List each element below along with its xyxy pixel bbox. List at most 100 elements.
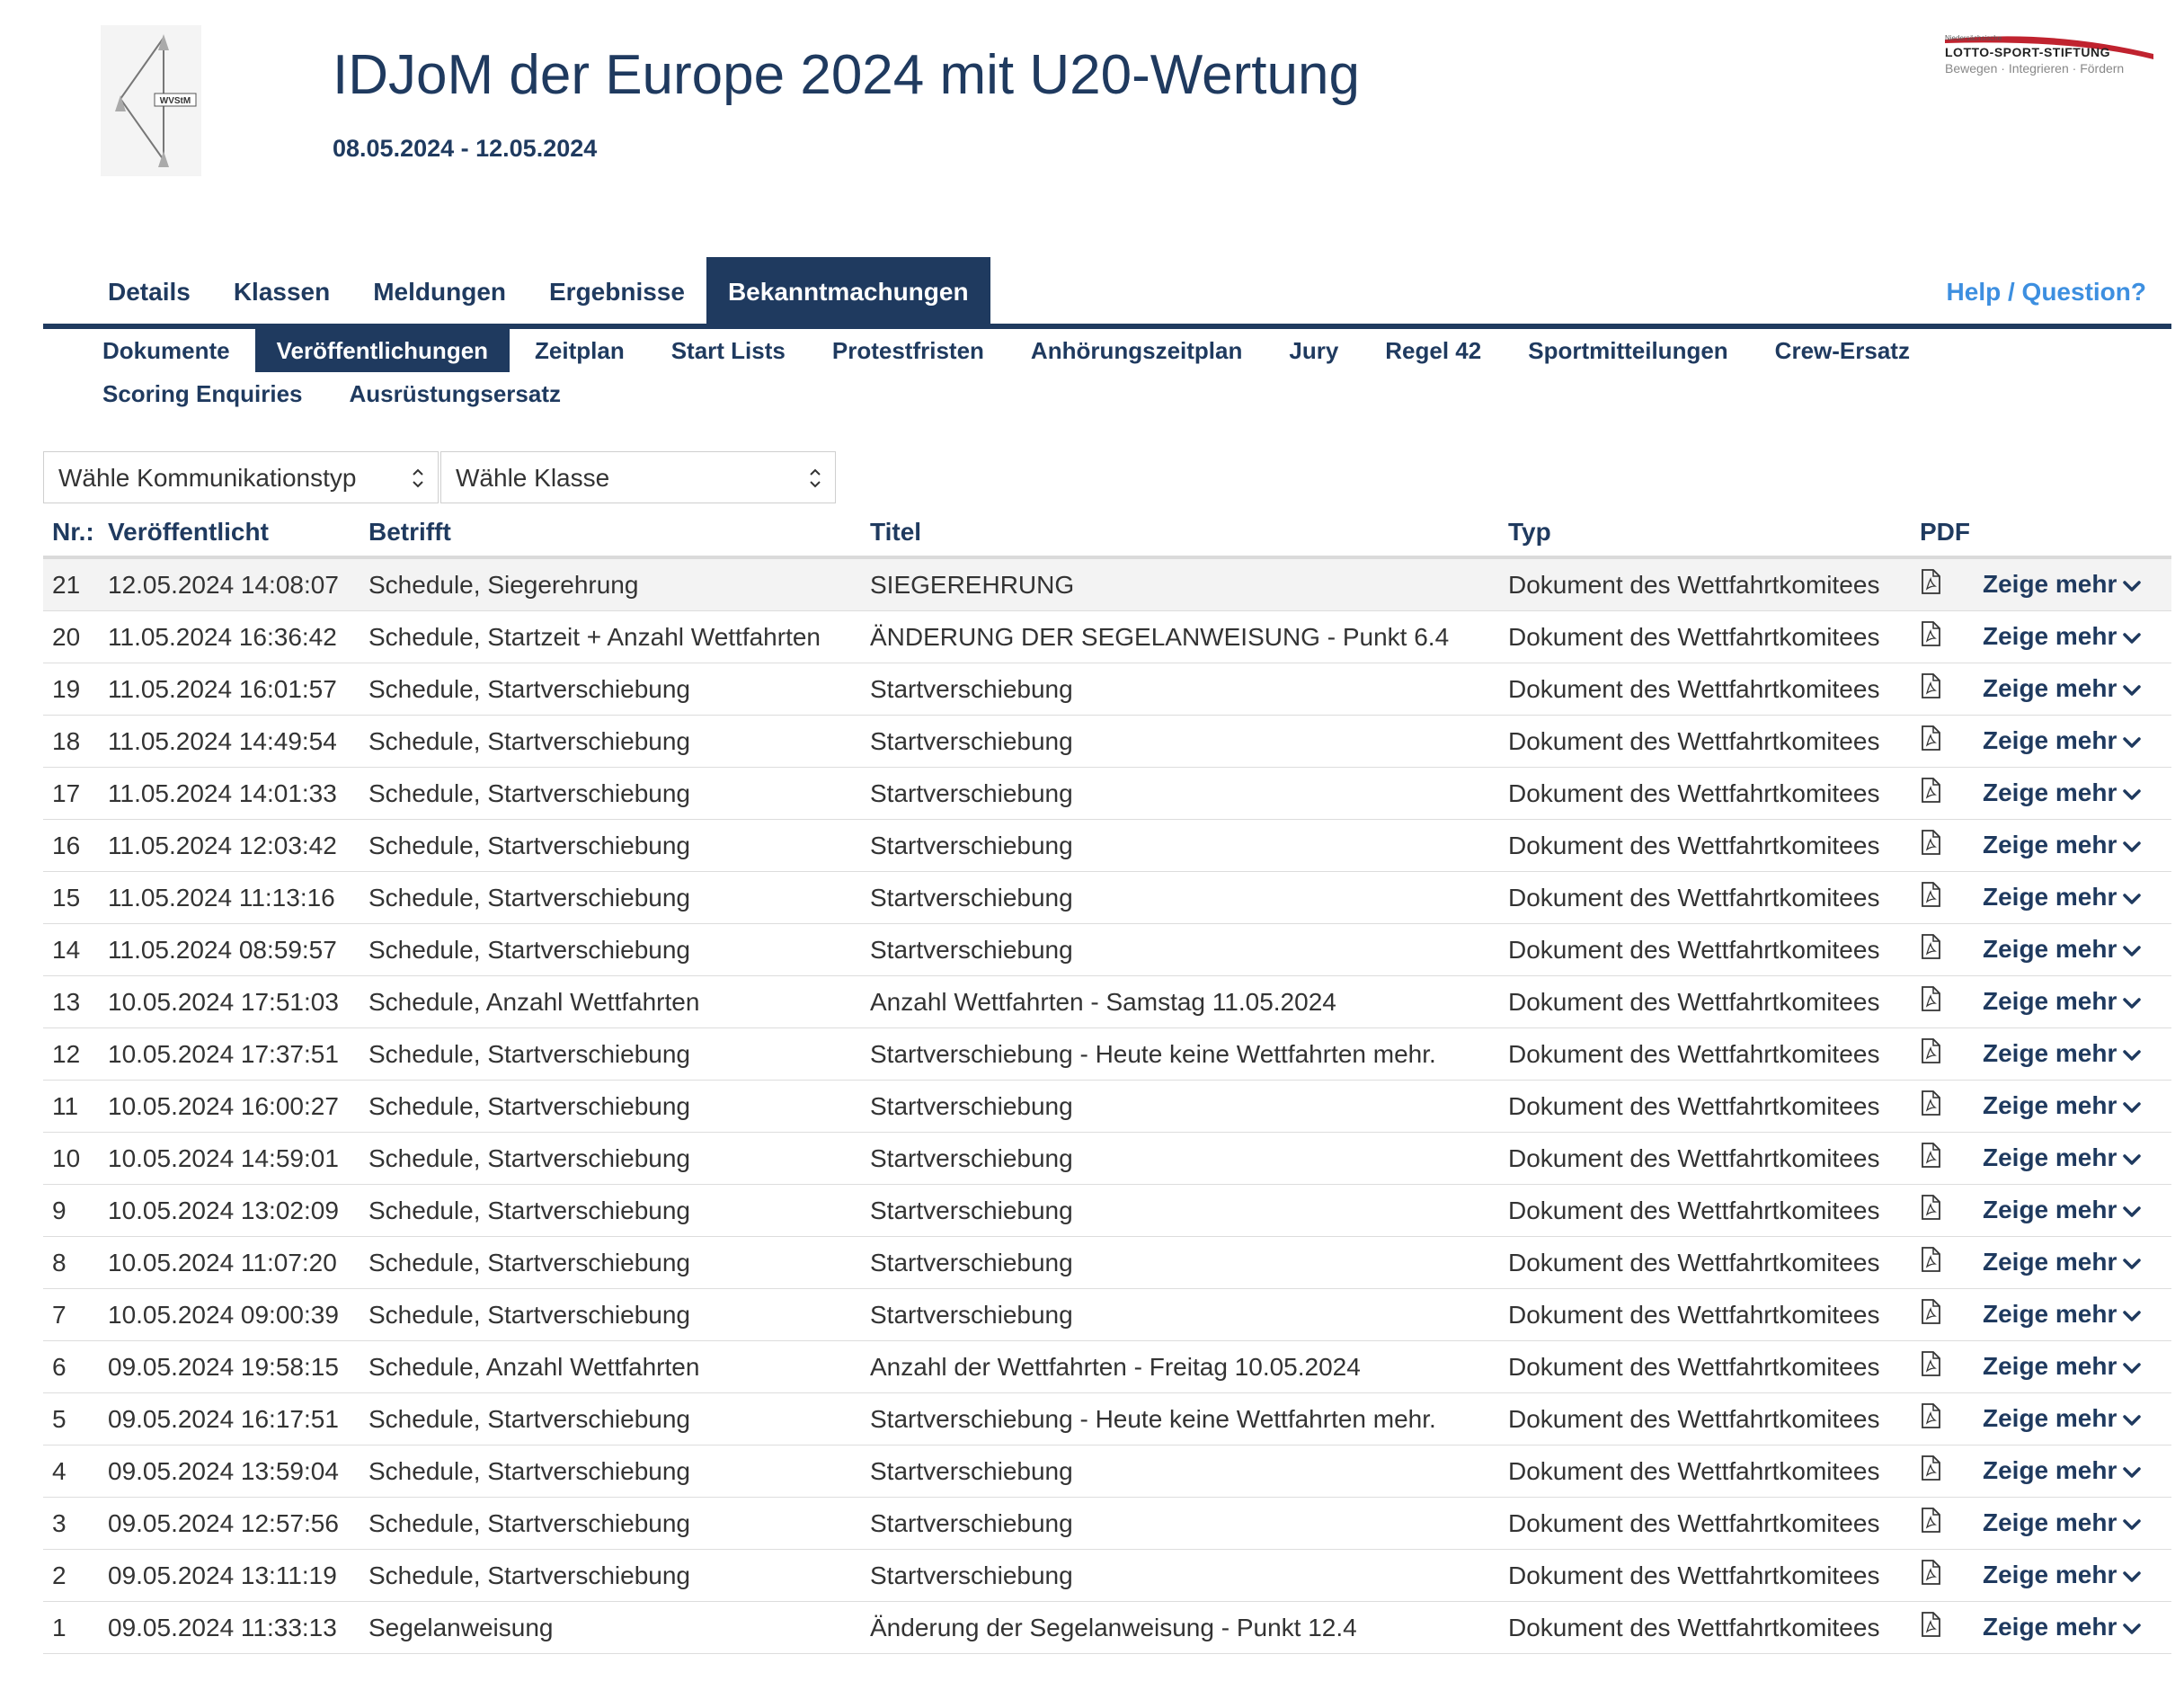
show-more-button[interactable]: Zeige mehr [1974,975,2171,1028]
show-more-button[interactable]: Zeige mehr [1974,557,2171,611]
chevron-down-icon [2122,1092,2142,1121]
show-more-button[interactable]: Zeige mehr [1974,1236,2171,1289]
show-more-button[interactable]: Zeige mehr [1974,1601,2171,1654]
subtab-protestfristen[interactable]: Protestfristen [811,329,1006,372]
row-subject: Schedule, Startverschiebung [360,1080,861,1133]
sponsor-logo[interactable]: Niedersächsische LOTTO-SPORT-STIFTUNG Be… [1941,31,2157,85]
pdf-icon[interactable] [1920,882,1941,913]
row-number: 5 [43,1392,99,1445]
show-more-label: Zeige mehr [1983,778,2117,806]
pdf-icon[interactable] [1920,1508,1941,1539]
row-published: 11.05.2024 14:49:54 [99,715,360,768]
pdf-icon[interactable] [1920,1612,1941,1643]
tab-meldungen[interactable]: Meldungen [351,257,528,327]
tab-bekanntmachungen[interactable]: Bekanntmachungen [706,257,990,327]
show-more-button[interactable]: Zeige mehr [1974,715,2171,768]
show-more-button[interactable]: Zeige mehr [1974,663,2171,716]
row-published: 10.05.2024 16:00:27 [99,1080,360,1133]
row-subject: Schedule, Startverschiebung [360,1132,861,1185]
pdf-icon[interactable] [1920,1403,1941,1435]
communication-type-value: Wähle Kommunikationstyp [58,464,357,492]
pdf-icon[interactable] [1920,725,1941,757]
show-more-button[interactable]: Zeige mehr [1974,871,2171,924]
pdf-icon[interactable] [1920,1143,1941,1174]
row-title: Startverschiebung [861,1445,1499,1498]
pdf-icon[interactable] [1920,1247,1941,1278]
pdf-icon[interactable] [1920,569,1941,600]
show-more-label: Zeige mehr [1983,1560,2117,1588]
pdf-icon[interactable] [1920,1351,1941,1383]
chevron-down-icon [2122,1249,2142,1277]
show-more-label: Zeige mehr [1983,1090,2117,1119]
show-more-button[interactable]: Zeige mehr [1974,1027,2171,1081]
subtab-crew-ersatz[interactable]: Crew-Ersatz [1753,329,1931,372]
show-more-button[interactable]: Zeige mehr [1974,1340,2171,1393]
table-body: 21 12.05.2024 14:08:07 Schedule, Siegerehr… [43,557,2171,1654]
pdf-icon[interactable] [1920,1195,1941,1226]
subtab-scoring-enquiries[interactable]: Scoring Enquiries [81,372,324,415]
publications-table: Nr.: Veröffentlicht Betrifft Titel Typ P… [43,509,2171,1654]
pdf-icon[interactable] [1920,1090,1941,1122]
pdf-icon[interactable] [1920,830,1941,861]
pdf-icon[interactable] [1920,778,1941,809]
show-more-button[interactable]: Zeige mehr [1974,1288,2171,1341]
row-number: 4 [43,1445,99,1498]
row-number: 1 [43,1601,99,1654]
row-title: Startverschiebung [861,1288,1499,1341]
row-published: 10.05.2024 17:51:03 [99,975,360,1028]
subtab-dokumente[interactable]: Dokumente [81,329,252,372]
pdf-icon[interactable] [1920,986,1941,1018]
show-more-button[interactable]: Zeige mehr [1974,1392,2171,1445]
subtab-regel-42[interactable]: Regel 42 [1363,329,1503,372]
row-type: Dokument des Wettfahrtkomitees [1499,871,1911,924]
table-row: 11 10.05.2024 16:00:27 Schedule, Startvers… [43,1080,2171,1133]
pdf-icon[interactable] [1920,1560,1941,1591]
show-more-button[interactable]: Zeige mehr [1974,819,2171,872]
subtab-anhoerungszeitplan[interactable]: Anhörungszeitplan [1009,329,1264,372]
row-type: Dokument des Wettfahrtkomitees [1499,715,1911,768]
pdf-icon[interactable] [1920,934,1941,965]
row-subject: Schedule, Anzahl Wettfahrten [360,1340,861,1393]
tab-klassen[interactable]: Klassen [212,257,351,327]
show-more-button[interactable]: Zeige mehr [1974,1184,2171,1237]
pdf-icon[interactable] [1920,1299,1941,1330]
help-link[interactable]: Help / Question? [1947,257,2146,327]
pdf-icon[interactable] [1920,673,1941,705]
show-more-button[interactable]: Zeige mehr [1974,610,2171,663]
show-more-label: Zeige mehr [1983,830,2117,858]
subtab-ausruestungsersatz[interactable]: Ausrüstungsersatz [328,372,583,415]
subtab-zeitplan[interactable]: Zeitplan [513,329,646,372]
show-more-button[interactable]: Zeige mehr [1974,1080,2171,1133]
filters: Wähle Kommunikationstyp Wähle Klasse [43,451,838,503]
show-more-button[interactable]: Zeige mehr [1974,1549,2171,1602]
show-more-button[interactable]: Zeige mehr [1974,767,2171,820]
communication-type-select[interactable]: Wähle Kommunikationstyp [43,451,439,503]
row-published: 10.05.2024 17:37:51 [99,1027,360,1081]
col-published: Veröffentlicht [99,509,360,559]
row-pdf-cell [1911,1080,1974,1133]
table-row: 14 11.05.2024 08:59:57 Schedule, Startvers… [43,923,2171,976]
row-title: Startverschiebung - Heute keine Wettfahr… [861,1392,1499,1445]
subtab-veroeffentlichungen[interactable]: Veröffentlichungen [254,329,510,372]
row-subject: Schedule, Startverschiebung [360,1236,861,1289]
show-more-button[interactable]: Zeige mehr [1974,923,2171,976]
table-row: 6 09.05.2024 19:58:15 Schedule, Anzahl Wet… [43,1340,2171,1393]
show-more-button[interactable]: Zeige mehr [1974,1132,2171,1185]
show-more-button[interactable]: Zeige mehr [1974,1445,2171,1498]
table-row: 5 09.05.2024 16:17:51 Schedule, Startversc… [43,1392,2171,1445]
pdf-icon[interactable] [1920,1455,1941,1487]
show-more-button[interactable]: Zeige mehr [1974,1497,2171,1550]
pdf-icon[interactable] [1920,1038,1941,1070]
row-published: 11.05.2024 16:36:42 [99,610,360,663]
tab-ergebnisse[interactable]: Ergebnisse [528,257,706,327]
class-select[interactable]: Wähle Klasse [440,451,836,503]
subtab-sportmitteilungen[interactable]: Sportmitteilungen [1506,329,1749,372]
subtab-jury[interactable]: Jury [1267,329,1360,372]
tab-details[interactable]: Details [86,257,212,327]
subtab-start-lists[interactable]: Start Lists [650,329,807,372]
row-number: 20 [43,610,99,663]
row-pdf-cell [1911,1236,1974,1289]
row-title: ÄNDERUNG DER SEGELANWEISUNG - Punkt 6.4 [861,610,1499,663]
pdf-icon[interactable] [1920,621,1941,653]
club-logo: WVStM [101,25,201,176]
